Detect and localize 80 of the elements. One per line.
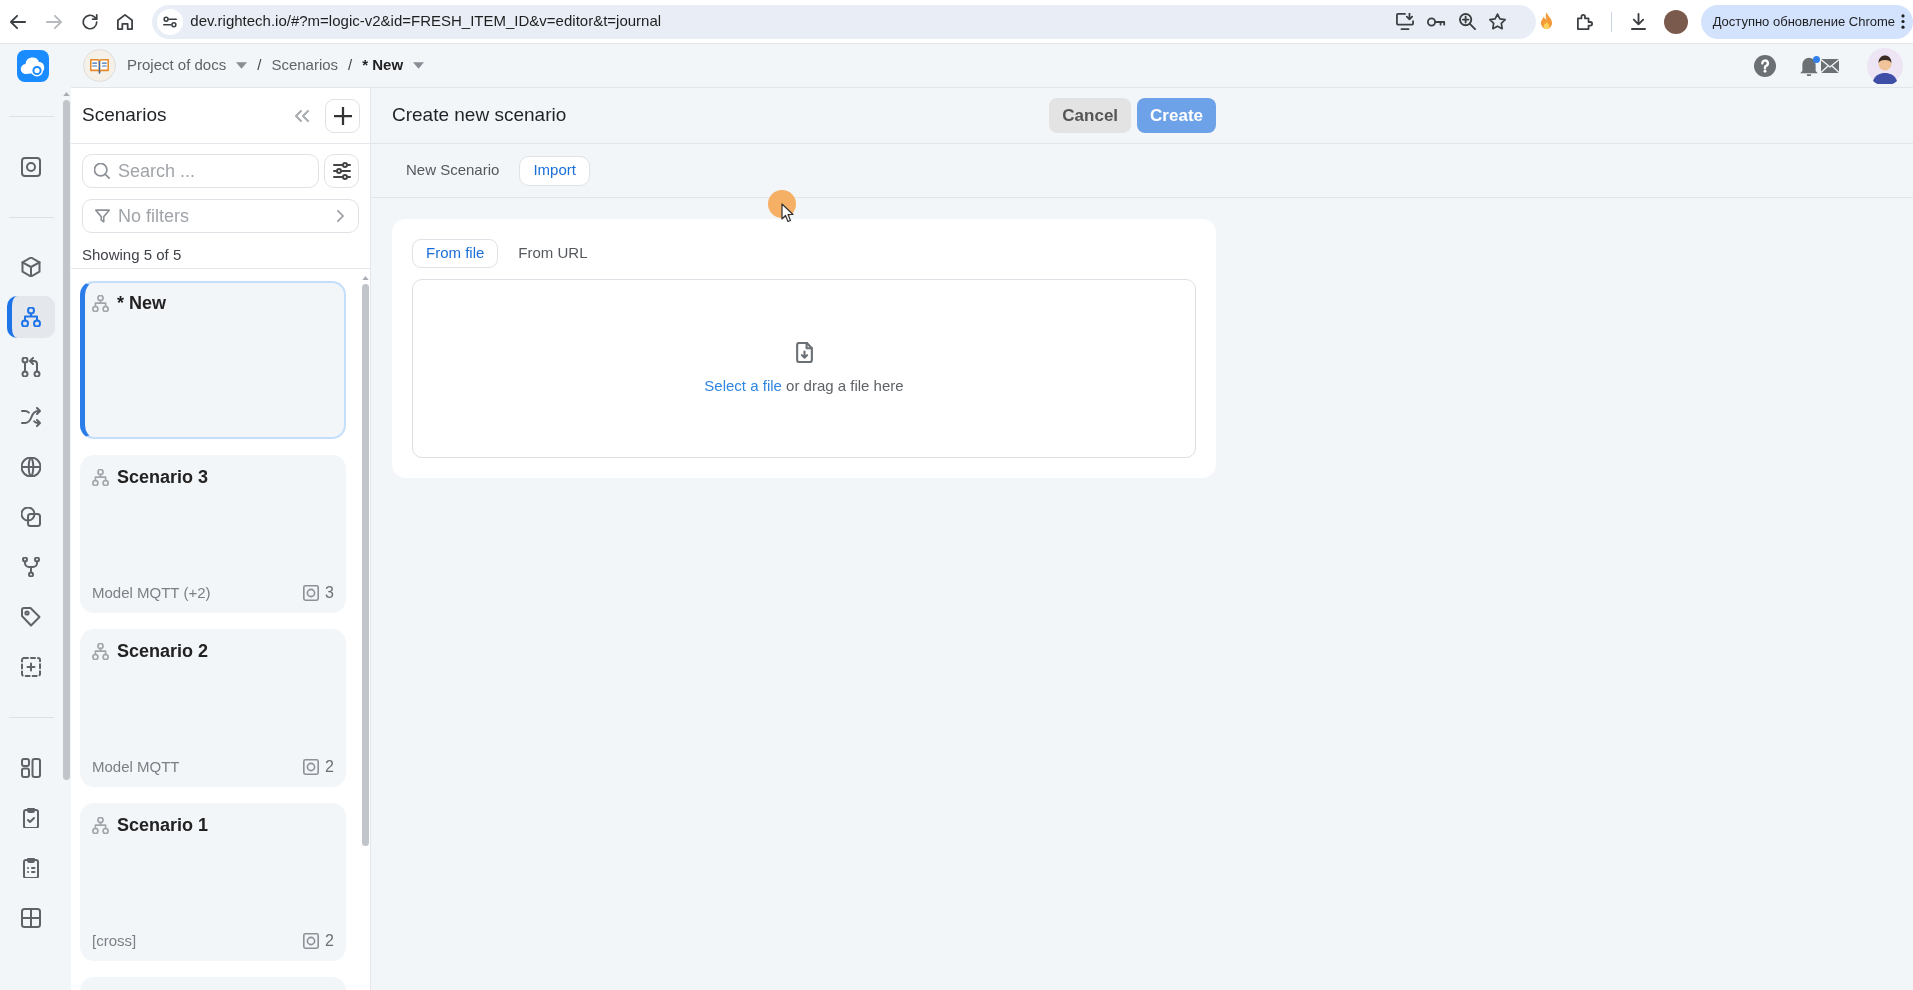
object-count: 2 [325,757,334,777]
card-title: * New [117,292,167,315]
search-icon [94,163,110,179]
tab[interactable]: New Scenario [392,155,514,186]
card-title: Scenario 3 [117,466,209,489]
branch-arrows-icon [21,357,41,377]
tune-icon [163,15,178,28]
scrollbar-thumb[interactable] [362,284,369,846]
result-count: Showing 5 of 5 [82,246,183,264]
secondary-button[interactable]: Cancel [1049,98,1132,133]
download-icon[interactable] [1631,13,1647,30]
more-icon [1901,14,1905,29]
card-title: Scenario 1 [117,814,209,837]
shuffle-icon [21,407,41,427]
help-icon[interactable] [1754,54,1776,77]
zoom-in-icon[interactable] [1458,13,1476,30]
model-name: Model MQTT (+2) [92,583,211,603]
model-name: [cross] [92,931,137,951]
tag-icon [21,607,41,627]
update-chrome-button[interactable]: Доступно обновление Chrome [1700,4,1913,39]
filter-settings-button[interactable] [324,154,359,188]
reload-icon[interactable] [81,13,98,30]
hierarchy-icon [92,816,109,834]
fork-icon [21,557,41,577]
hierarchy-icon [21,307,41,327]
dashboard-icon [21,758,41,778]
scenario-card[interactable]: * New [80,281,346,439]
tab[interactable]: Import [519,155,590,186]
select-file-link[interactable]: Select a file [704,377,782,394]
scenario-card[interactable]: Scenario 1 [cross] 2 [80,803,346,961]
clipboard-check-icon [21,808,41,828]
grid-icon [21,908,41,928]
file-drop-zone[interactable]: Select a file or drag a file here [412,279,1196,458]
hierarchy-icon [92,294,109,312]
breadcrumb-link[interactable]: Project of docs [127,54,227,77]
cube-icon [21,257,41,277]
file-download-icon [795,342,813,363]
cloud-logo-icon[interactable] [17,50,49,82]
key-icon[interactable] [1426,16,1446,27]
puzzle-icon[interactable] [1576,13,1593,30]
scrollbar-thumb[interactable] [63,100,70,780]
breadcrumb-separator: / [257,55,262,76]
mail-icon[interactable] [1820,57,1840,74]
model-name: Model MQTT [92,757,180,777]
breadcrumb-link[interactable]: Scenarios [271,54,339,77]
hierarchy-icon [92,642,109,660]
page-title: Create new scenario [392,103,567,128]
tab[interactable]: From URL [504,239,602,268]
globe-icon [21,457,41,477]
breadcrumb-link[interactable]: * New [362,54,404,77]
plus-icon [333,106,352,125]
caret-down-icon[interactable] [413,62,425,69]
object-count: 2 [325,931,334,951]
rail-nav-button[interactable] [7,296,55,338]
star-icon[interactable] [1488,13,1506,30]
breadcrumb-separator: / [348,55,353,76]
add-button[interactable] [325,98,360,133]
tab[interactable]: From file [412,239,499,268]
hierarchy-icon [92,468,109,486]
dashed-plus-square-icon [21,657,41,677]
site-info-button[interactable] [157,8,184,35]
funnel-icon [95,209,110,223]
home-icon[interactable] [117,13,134,30]
panel-title: Scenarios [82,103,167,128]
user-avatar-icon[interactable] [1867,47,1903,84]
install-icon[interactable] [1395,13,1414,30]
arrow-left-icon[interactable] [9,13,26,30]
search-field[interactable]: Search ... [82,154,320,188]
overlapping-shapes-icon [21,507,41,527]
caret-down-icon[interactable] [236,62,248,69]
profile-avatar-icon[interactable] [1663,9,1688,34]
scenario-card[interactable]: Scenario 2 Model MQTT 2 [80,629,346,787]
card-title: Scenario 2 [117,640,209,663]
sliders-icon [332,162,351,180]
scenario-card[interactable]: Scenario 3 Model MQTT (+2) 3 [80,455,346,613]
drop-zone-hint: Select a file or drag a file here [704,377,904,395]
book-icon[interactable] [83,49,116,82]
chevron-right-icon [337,210,344,222]
clipboard-list-icon [21,858,41,878]
object-count: 3 [325,583,334,603]
